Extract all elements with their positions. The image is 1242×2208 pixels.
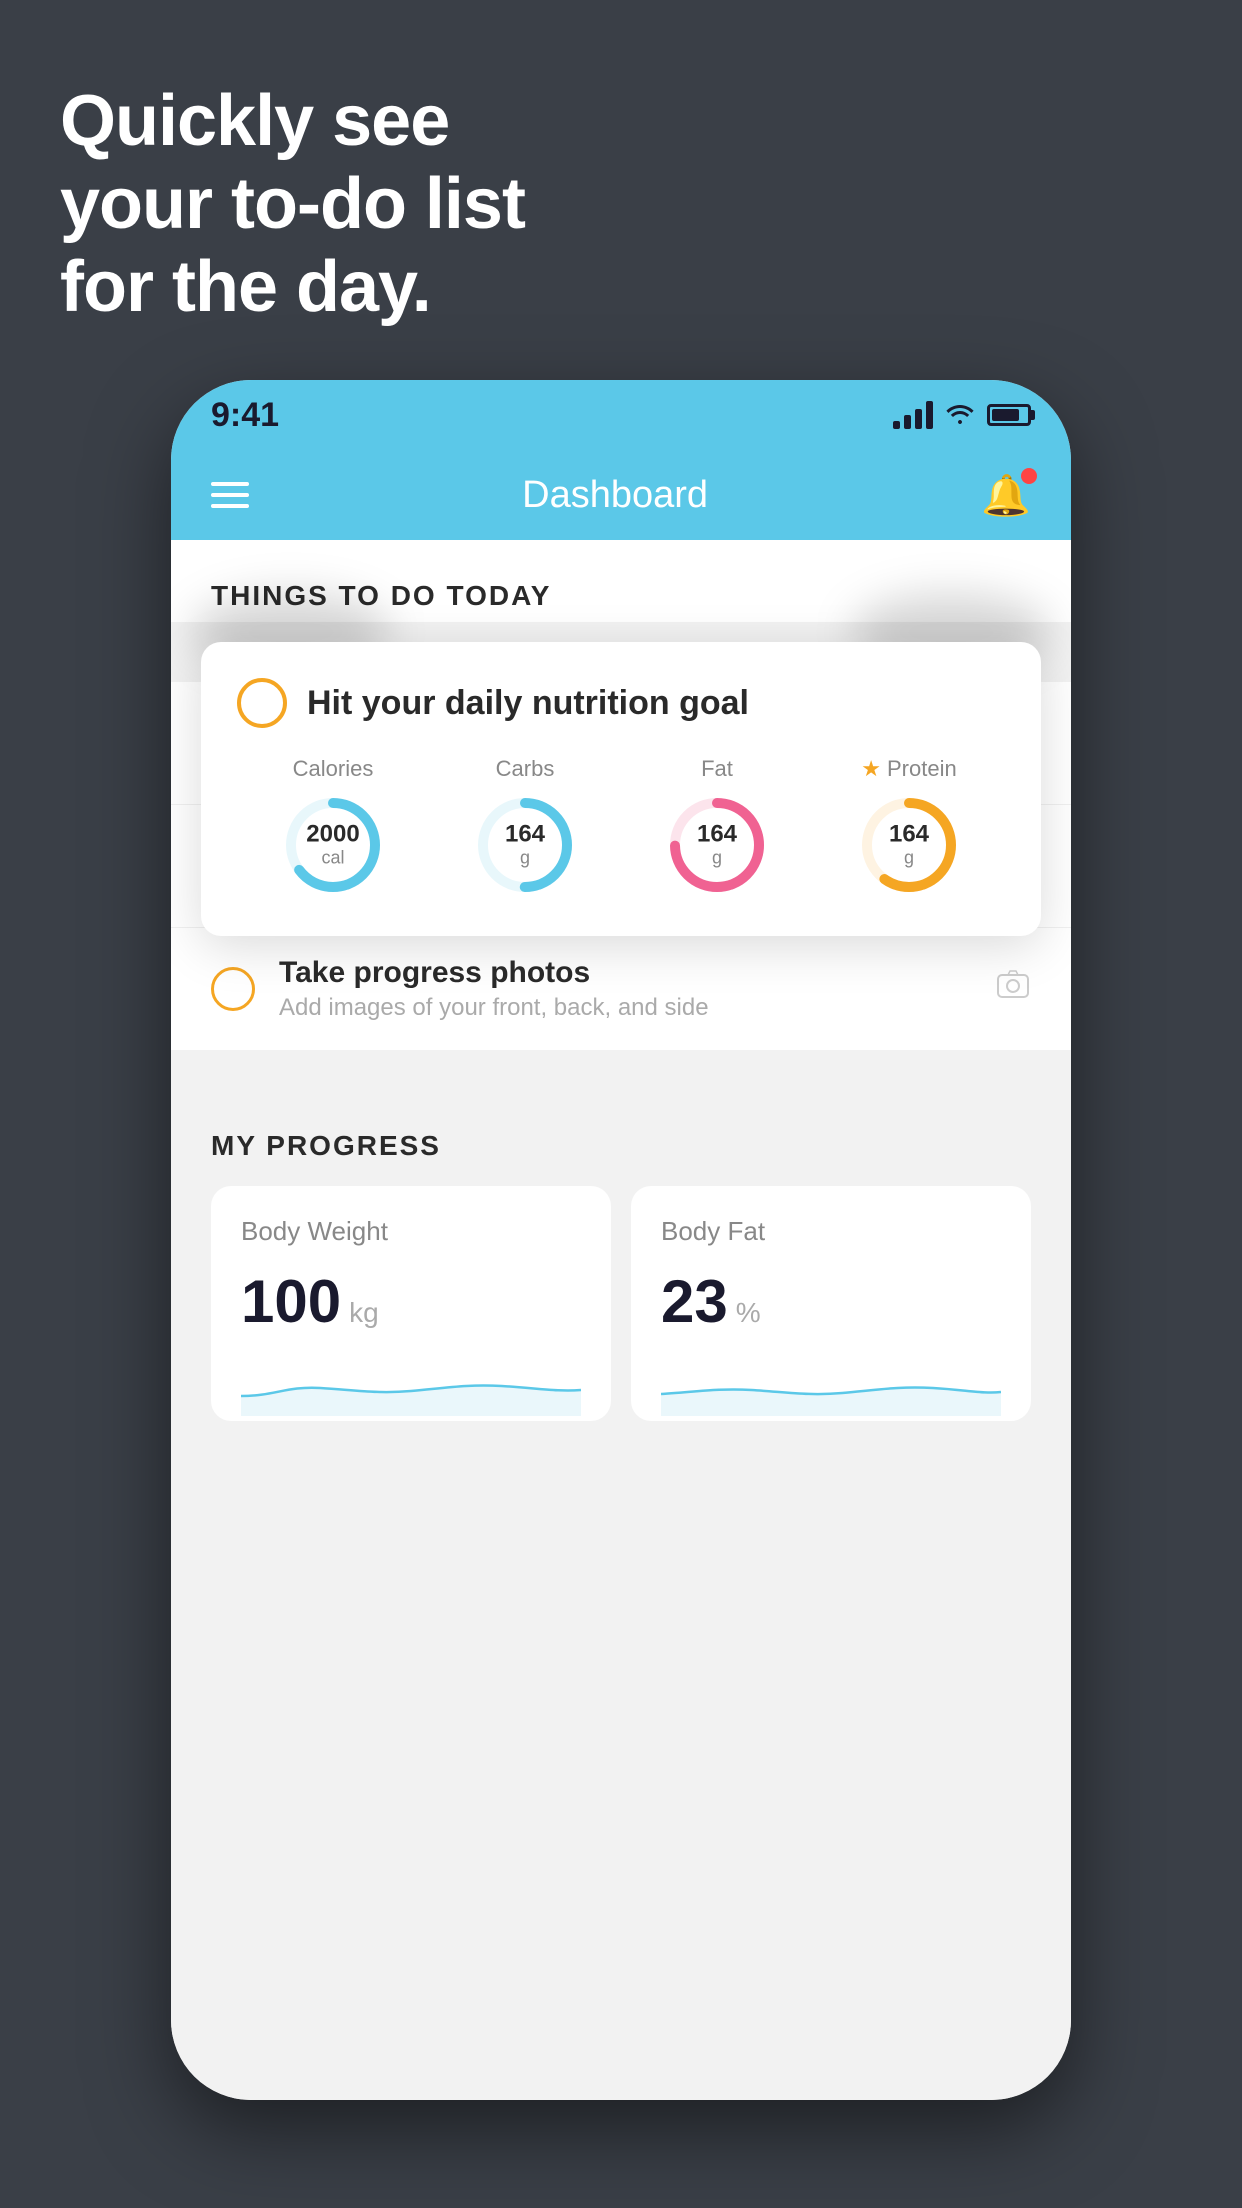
nutrition-card: Hit your daily nutrition goal Calories xyxy=(201,642,1041,936)
body-fat-unit: % xyxy=(736,1297,761,1329)
fat-label: Fat xyxy=(701,756,733,782)
nutrition-card-header: Hit your daily nutrition goal xyxy=(237,678,1005,728)
phone-frame: 9:41 Dashboard 🔔 xyxy=(171,380,1071,2100)
carbs-donut: 164 g xyxy=(470,790,580,900)
body-weight-chart xyxy=(241,1356,581,1416)
battery-icon xyxy=(987,404,1031,426)
status-icons xyxy=(893,400,1031,431)
progress-title: MY PROGRESS xyxy=(211,1130,1031,1162)
status-time: 9:41 xyxy=(211,396,279,435)
body-fat-number: 23 xyxy=(661,1267,728,1336)
todo-progress-photos[interactable]: Take progress photos Add images of your … xyxy=(171,928,1071,1050)
protein-donut: 164 g xyxy=(854,790,964,900)
wifi-icon xyxy=(945,400,975,431)
nutrition-card-title: Hit your daily nutrition goal xyxy=(307,684,749,723)
nutrition-fat: Fat 164 g xyxy=(662,756,772,900)
protein-star-icon: ★ xyxy=(861,756,881,782)
app-headline: Quickly see your to-do list for the day. xyxy=(60,80,525,328)
body-weight-card[interactable]: Body Weight 100 kg xyxy=(211,1186,611,1421)
menu-button[interactable] xyxy=(211,482,249,508)
nav-title: Dashboard xyxy=(522,474,708,517)
protein-value: 164 xyxy=(889,821,929,847)
photos-title: Take progress photos xyxy=(279,956,971,990)
protein-label: ★ Protein xyxy=(861,756,956,782)
photo-icon xyxy=(995,967,1031,1011)
calories-value: 2000 xyxy=(306,821,359,847)
nav-bar: Dashboard 🔔 xyxy=(171,450,1071,540)
body-fat-label: Body Fat xyxy=(661,1216,1001,1247)
progress-cards: Body Weight 100 kg Body Fat 23 % xyxy=(211,1186,1031,1421)
calories-label: Calories xyxy=(293,756,374,782)
body-weight-number: 100 xyxy=(241,1267,341,1336)
carbs-label: Carbs xyxy=(496,756,555,782)
notification-button[interactable]: 🔔 xyxy=(981,472,1031,519)
photos-subtitle: Add images of your front, back, and side xyxy=(279,994,971,1022)
signal-icon xyxy=(893,401,933,429)
nutrition-check-circle[interactable] xyxy=(237,678,287,728)
nutrition-carbs: Carbs 164 g xyxy=(470,756,580,900)
body-fat-chart xyxy=(661,1356,1001,1416)
body-fat-card[interactable]: Body Fat 23 % xyxy=(631,1186,1031,1421)
headline-line1: Quickly see xyxy=(60,81,449,161)
photos-check-circle xyxy=(211,967,255,1011)
status-bar: 9:41 xyxy=(171,380,1071,450)
photos-text: Take progress photos Add images of your … xyxy=(279,956,971,1022)
nutrition-calories: Calories 2000 cal xyxy=(278,756,388,900)
notification-badge xyxy=(1021,468,1037,484)
body-weight-unit: kg xyxy=(349,1297,379,1329)
fat-value: 164 xyxy=(697,821,737,847)
carbs-value: 164 xyxy=(505,821,545,847)
nutrition-protein: ★ Protein 164 g xyxy=(854,756,964,900)
main-content: THINGS TO DO TODAY Hit your daily nutrit… xyxy=(171,540,1071,2100)
headline-line3: for the day. xyxy=(60,247,431,327)
calories-donut: 2000 cal xyxy=(278,790,388,900)
body-weight-label: Body Weight xyxy=(241,1216,581,1247)
fat-donut: 164 g xyxy=(662,790,772,900)
body-weight-value-row: 100 kg xyxy=(241,1267,581,1336)
progress-section: MY PROGRESS Body Weight 100 kg xyxy=(171,1090,1071,1461)
headline-line2: your to-do list xyxy=(60,164,525,244)
nutrition-row: Calories 2000 cal xyxy=(237,756,1005,900)
body-fat-value-row: 23 % xyxy=(661,1267,1001,1336)
